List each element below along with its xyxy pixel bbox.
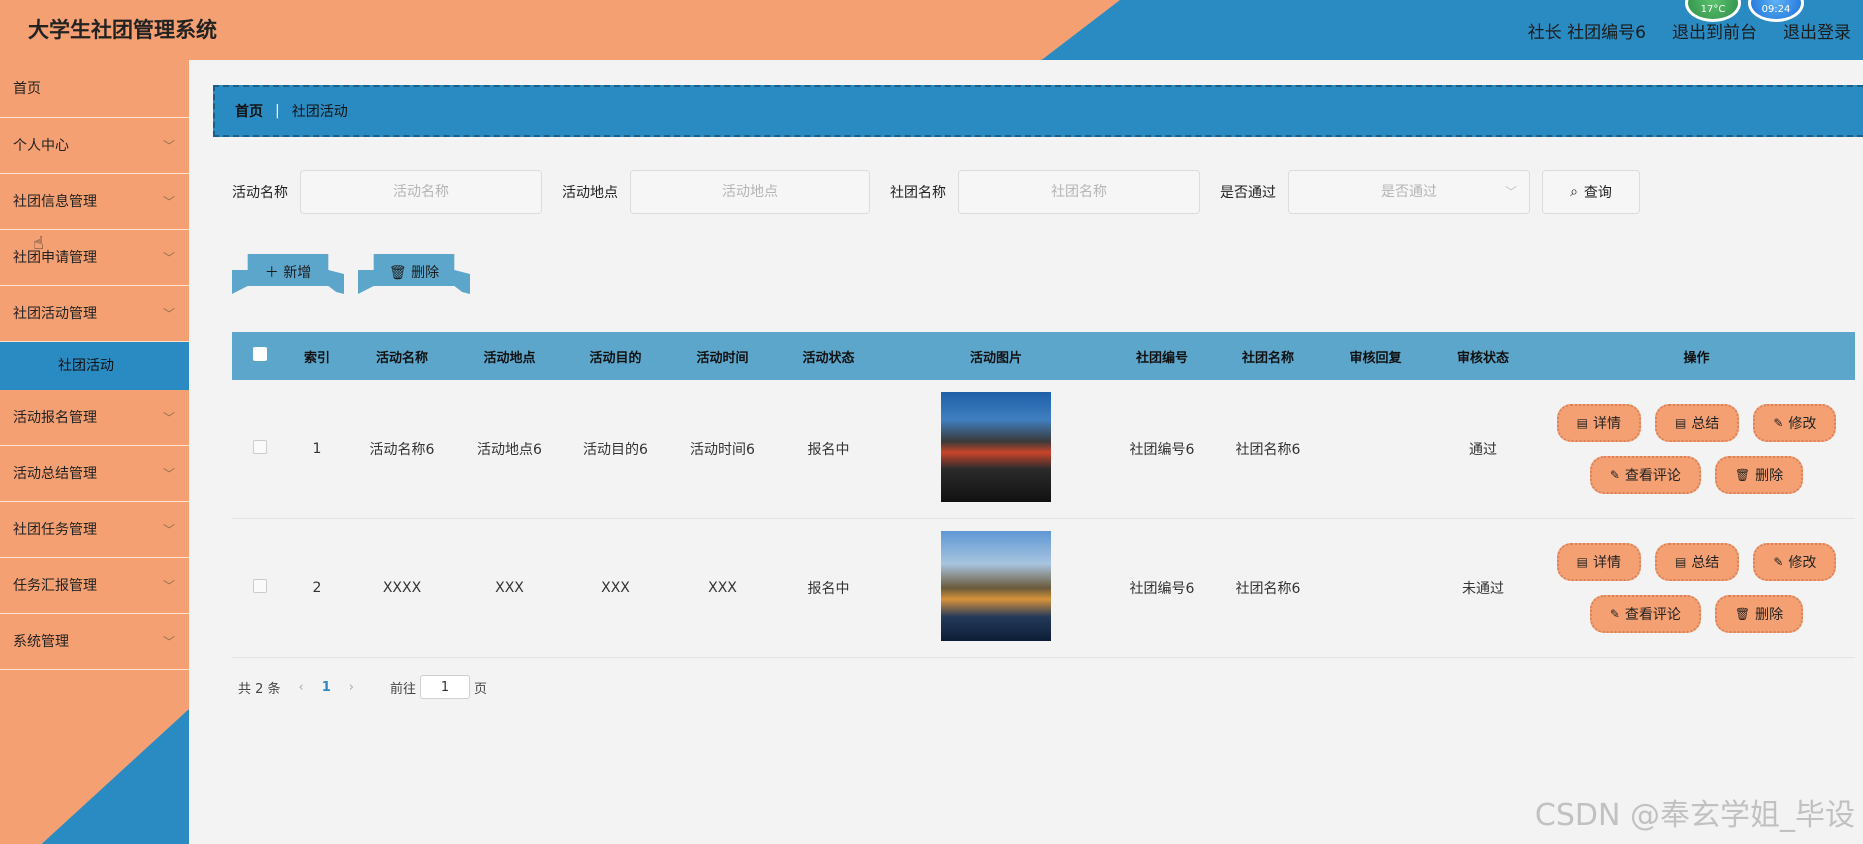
watermark: CSDN @奉玄学姐_毕设 (1534, 798, 1855, 833)
chevron-down-icon: ﹀ (162, 579, 175, 593)
chevron-down-icon: ﹀ (1504, 185, 1517, 199)
table-row: 1 活动名称6 活动地点6 活动目的6 活动时间6 报名中 社团编号6 社团名称… (232, 380, 1855, 519)
pencil-icon: ✎ (1773, 416, 1784, 430)
view-comments-button[interactable]: ✎ 查看评论 (1589, 595, 1701, 633)
sidebar-subitem-club-activity[interactable]: 社团活动 (0, 342, 189, 390)
total-count: 共 2 条 (238, 681, 281, 697)
edit-button[interactable]: ✎ 修改 (1753, 404, 1837, 442)
next-page-icon[interactable]: › (349, 680, 354, 695)
detail-button[interactable]: ▤ 详情 (1556, 404, 1641, 442)
mouse-cursor-icon: ☝ (33, 233, 44, 254)
chevron-down-icon: ﹀ (162, 307, 175, 321)
activity-name-label: 活动名称 (232, 185, 288, 201)
document-icon: ▤ (1674, 555, 1687, 569)
col-activity-status: 活动状态 (802, 350, 855, 366)
table-header: 索引 活动名称 活动地点 活动目的 活动时间 活动状态 活动图片 社团编号 社团… (232, 332, 1855, 380)
col-club-no: 社团编号 (1135, 350, 1188, 366)
row-checkbox[interactable] (252, 440, 267, 454)
activity-image[interactable] (941, 531, 1051, 641)
sidebar: 首页 个人中心 ﹀ 社团信息管理 ﹀ 社团申请管理 ﹀ 社团活动管理 ﹀ 社团活动 活动… (0, 60, 189, 844)
sidebar-item-personal[interactable]: 个人中心 ﹀ (0, 118, 189, 174)
col-club-name: 社团名称 (1241, 350, 1294, 366)
row-checkbox[interactable] (252, 579, 267, 593)
col-activity-purpose: 活动目的 (589, 350, 642, 366)
col-audit-status: 审核状态 (1456, 350, 1509, 366)
col-index: 索引 (303, 350, 330, 366)
action-bar: ＋ 新增 🗑 删除 (232, 254, 470, 294)
edit-button[interactable]: ✎ 修改 (1753, 543, 1837, 581)
header-user-area: 社长 社团编号6 退出到前台 退出登录 (1528, 18, 1851, 43)
sidebar-item-club-activity[interactable]: 社团活动管理 ﹀ (0, 286, 189, 342)
bulk-delete-button[interactable]: 🗑 删除 (358, 254, 470, 294)
chevron-down-icon: ﹀ (162, 523, 175, 537)
goto-page-input[interactable] (420, 675, 471, 699)
pencil-icon: ✎ (1609, 468, 1620, 482)
trash-icon: 🗑 (388, 265, 407, 281)
detail-button[interactable]: ▤ 详情 (1556, 543, 1641, 581)
sidebar-item-club-apply[interactable]: 社团申请管理 ﹀ (0, 230, 189, 286)
col-activity-place: 活动地点 (483, 350, 536, 366)
search-form: 活动名称 活动地点 社团名称 是否通过 是否通过 ﹀ ⌕ 查询 (232, 170, 1640, 214)
query-button[interactable]: ⌕ 查询 (1542, 170, 1640, 214)
breadcrumb-current: 社团活动 (291, 104, 348, 120)
prev-page-icon[interactable]: ‹ (299, 680, 304, 695)
breadcrumb-home[interactable]: 首页 (235, 101, 263, 121)
col-audit-reply: 审核回复 (1349, 350, 1402, 366)
col-activity-name: 活动名称 (375, 350, 428, 366)
trash-icon: 🗑 (1734, 468, 1751, 482)
select-all-checkbox[interactable] (252, 347, 267, 361)
sidebar-item-home[interactable]: 首页 (0, 60, 189, 118)
activity-table: 索引 活动名称 活动地点 活动目的 活动时间 活动状态 活动图片 社团编号 社团… (232, 332, 1855, 658)
col-activity-image: 活动图片 (969, 350, 1022, 366)
row-delete-button[interactable]: 🗑 删除 (1714, 456, 1804, 494)
sidebar-item-club-info[interactable]: 社团信息管理 ﹀ (0, 174, 189, 230)
trash-icon: 🗑 (1734, 607, 1751, 621)
document-icon: ▤ (1576, 555, 1588, 569)
table-row: 2 XXXX XXX XXX XXX 报名中 社团编号6 社团名称6 未通过 ▤… (232, 519, 1855, 658)
logout-link[interactable]: 退出登录 (1783, 18, 1851, 43)
chevron-down-icon: ﹀ (162, 467, 175, 481)
pencil-icon: ✎ (1609, 607, 1620, 621)
col-operations: 操作 (1683, 350, 1710, 366)
document-icon: ▤ (1674, 416, 1687, 430)
breadcrumb-separator: | (275, 103, 280, 119)
pass-label: 是否通过 (1220, 185, 1276, 201)
document-icon: ▤ (1576, 416, 1588, 430)
row-delete-button[interactable]: 🗑 删除 (1714, 595, 1804, 633)
goto-page: 前往 页 (390, 675, 487, 699)
activity-image[interactable] (941, 392, 1051, 502)
plus-icon: ＋ (264, 265, 279, 281)
summary-button[interactable]: ▤ 总结 (1654, 404, 1740, 442)
sidebar-item-activity-summary[interactable]: 活动总结管理 ﹀ (0, 446, 189, 502)
search-icon: ⌕ (1570, 184, 1578, 200)
current-page[interactable]: 1 (322, 680, 331, 695)
col-activity-time: 活动时间 (696, 350, 749, 366)
chevron-down-icon: ﹀ (162, 195, 175, 209)
sidebar-item-system[interactable]: 系统管理 ﹀ (0, 614, 189, 670)
chevron-down-icon: ﹀ (162, 635, 175, 649)
sidebar-item-club-task[interactable]: 社团任务管理 ﹀ (0, 502, 189, 558)
add-button[interactable]: ＋ 新增 (232, 254, 344, 294)
view-comments-button[interactable]: ✎ 查看评论 (1589, 456, 1701, 494)
activity-name-input[interactable] (300, 170, 542, 214)
sidebar-item-activity-signup[interactable]: 活动报名管理 ﹀ (0, 390, 189, 446)
activity-place-label: 活动地点 (562, 185, 618, 201)
sidebar-decoration (41, 709, 189, 844)
user-info: 社长 社团编号6 (1527, 23, 1646, 43)
chevron-down-icon: ﹀ (162, 139, 175, 153)
sidebar-item-task-report[interactable]: 任务汇报管理 ﹀ (0, 558, 189, 614)
club-name-input[interactable] (958, 170, 1200, 214)
app-title: 大学生社团管理系统 (28, 18, 217, 42)
pagination: 共 2 条 ‹ 1 › 前往 页 (238, 675, 487, 699)
breadcrumb: 首页 | 社团活动 (213, 85, 1863, 137)
top-header: 大学生社团管理系统 17°C 09:24 社长 社团编号6 退出到前台 退出登录 (0, 0, 1863, 60)
chevron-down-icon: ﹀ (162, 251, 175, 265)
chevron-down-icon: ﹀ (162, 411, 175, 425)
pass-select[interactable]: 是否通过 ﹀ (1288, 170, 1530, 214)
summary-button[interactable]: ▤ 总结 (1654, 543, 1740, 581)
front-link[interactable]: 退出到前台 (1672, 18, 1757, 43)
pencil-icon: ✎ (1773, 555, 1784, 569)
club-name-label: 社团名称 (890, 185, 946, 201)
activity-place-input[interactable] (630, 170, 870, 214)
